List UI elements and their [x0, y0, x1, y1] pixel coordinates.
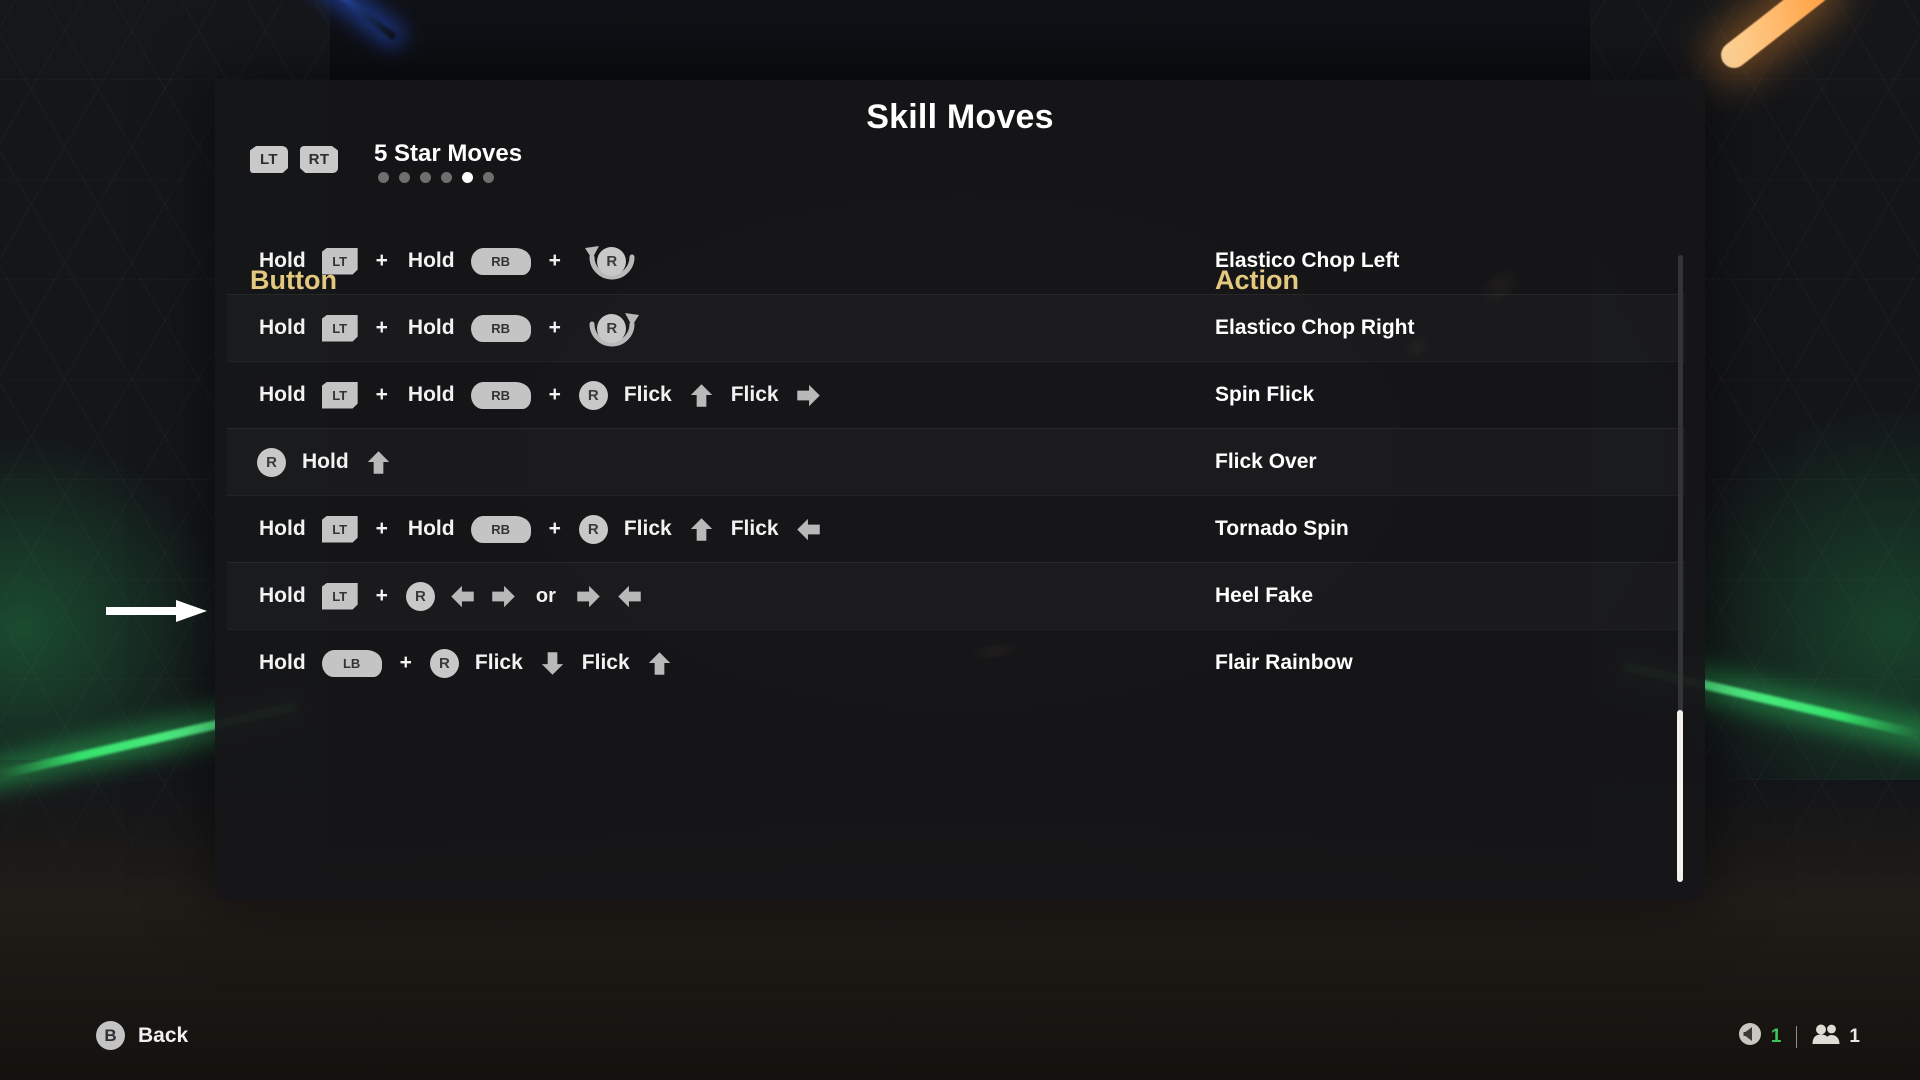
- combo-plus-separator: +: [375, 383, 388, 406]
- page-title: Skill Moves: [866, 98, 1054, 136]
- button-combo-cell: Hold LT + Hold RB + R Flick Flick: [227, 380, 1215, 410]
- back-button-label: Back: [138, 1023, 189, 1047]
- arrow-down-icon: [539, 650, 566, 677]
- combo-text: Hold: [259, 651, 306, 674]
- combo-text: Hold: [407, 316, 455, 339]
- combo-text: Hold: [259, 249, 306, 272]
- combo-text: Flick: [581, 651, 630, 674]
- table-row[interactable]: Hold LT + Hold RB + R Elastico Chop Right: [227, 294, 1685, 361]
- combo-plus-separator: +: [375, 249, 388, 272]
- lt-trigger-icon: LT: [321, 515, 358, 543]
- combo-plus-separator: +: [375, 584, 388, 607]
- combo-or-separator: or: [535, 584, 556, 607]
- category-label: 5 Star Moves: [374, 140, 523, 167]
- lt-trigger-icon: LT: [321, 314, 358, 342]
- screen: Skill Moves LT RT 5 Star Moves Button Ac…: [0, 0, 1920, 1080]
- lb-bumper-icon: LB: [321, 649, 382, 677]
- combo-text: Hold: [259, 517, 306, 540]
- right-stick-icon: R: [578, 380, 608, 410]
- table-row[interactable]: Hold LB + R Flick Flick Flair Rainbow: [227, 629, 1685, 696]
- table-row[interactable]: Hold LT + Hold RB + R Flick Flick Spin Flick: [227, 361, 1685, 428]
- combo-text: Flick: [623, 517, 672, 540]
- players-count: 1: [1849, 1025, 1860, 1047]
- combo-text: Hold: [407, 383, 455, 406]
- combo-text: Flick: [474, 651, 523, 674]
- combo-plus-separator: +: [548, 316, 561, 339]
- arrow-right-icon: [795, 382, 822, 409]
- combo-text: Hold: [259, 383, 306, 406]
- combo-text: Flick: [730, 383, 779, 406]
- back-button[interactable]: B Back: [96, 1021, 188, 1050]
- lt-trigger-icon[interactable]: LT: [250, 146, 288, 173]
- right-stick-icon: R: [405, 581, 435, 611]
- action-name-cell: Tornado Spin: [1215, 517, 1349, 540]
- action-name-cell: Elastico Chop Left: [1215, 249, 1400, 272]
- combo-text: Hold: [407, 517, 455, 540]
- right-stick-icon: R: [578, 514, 608, 544]
- players-icon: [1812, 1023, 1840, 1050]
- skill-moves-table: Hold LT + Hold RB + R Elastico Chop Left Hold LT +…: [227, 228, 1685, 696]
- arrow-left-icon: [449, 583, 476, 610]
- table-row[interactable]: Hold LT + Hold RB + R Elastico Chop Left: [227, 228, 1685, 294]
- lt-trigger-icon: LT: [321, 247, 358, 275]
- rb-bumper-icon: RB: [470, 381, 531, 409]
- lt-trigger-icon: LT: [321, 381, 358, 409]
- status-divider: [1796, 1025, 1798, 1048]
- status-indicators: 1 1: [1738, 1022, 1860, 1051]
- right-stick-icon: R: [597, 313, 627, 343]
- combo-plus-separator: +: [548, 383, 561, 406]
- table-row[interactable]: Hold LT + Hold RB + R Flick Flick Tornado Spin: [227, 495, 1685, 562]
- right-stick-rotate-clockwise: R: [576, 302, 648, 354]
- arrow-up-icon: [646, 650, 673, 677]
- action-name-cell: Spin Flick: [1215, 383, 1315, 406]
- combo-plus-separator: +: [375, 517, 388, 540]
- button-combo-cell: Hold LT + Hold RB + R: [227, 235, 1215, 287]
- action-name-cell: Elastico Chop Right: [1215, 316, 1415, 339]
- action-name-cell: Flick Over: [1215, 450, 1317, 473]
- table-row[interactable]: Hold LT + Ror Heel Fake: [227, 562, 1685, 629]
- b-button-icon: B: [96, 1021, 125, 1050]
- arrow-up-icon: [688, 382, 715, 409]
- arrow-right-icon: [575, 583, 602, 610]
- combo-text: Hold: [259, 316, 306, 339]
- right-stick-icon: R: [597, 246, 627, 276]
- right-stick-rotate-counter-clockwise: R: [576, 235, 648, 287]
- rb-bumper-icon: RB: [470, 247, 531, 275]
- column-headers: Button Action: [215, 175, 1705, 295]
- button-combo-cell: Hold LB + R Flick Flick: [227, 648, 1215, 678]
- combo-plus-separator: +: [399, 651, 412, 674]
- audio-count: 1: [1770, 1025, 1782, 1047]
- button-combo-cell: Hold LT + Ror: [227, 581, 1215, 611]
- arrow-left-icon: [795, 516, 822, 543]
- combo-text: Hold: [407, 249, 455, 272]
- arrow-right-icon: [490, 583, 517, 610]
- skill-moves-panel: Skill Moves LT RT 5 Star Moves Button Ac…: [215, 80, 1705, 900]
- arrow-left-icon: [616, 583, 643, 610]
- arrow-up-icon: [688, 516, 715, 543]
- combo-text: Flick: [730, 517, 779, 540]
- button-combo-cell: Hold LT + Hold RB + R: [227, 302, 1215, 354]
- rb-bumper-icon: RB: [470, 515, 531, 543]
- combo-plus-separator: +: [548, 517, 561, 540]
- combo-plus-separator: +: [548, 249, 561, 272]
- action-name-cell: Flair Rainbow: [1215, 651, 1353, 674]
- pointer-annotation-arrow: [106, 598, 208, 624]
- right-stick-icon: R: [429, 648, 459, 678]
- lt-trigger-icon: LT: [321, 582, 358, 610]
- combo-text: Flick: [623, 383, 672, 406]
- table-row[interactable]: R Hold Flick Over: [227, 428, 1685, 495]
- button-combo-cell: R Hold: [227, 447, 1215, 477]
- rb-bumper-icon: RB: [470, 314, 531, 342]
- audio-speaker-icon: [1738, 1022, 1762, 1051]
- rt-trigger-icon[interactable]: RT: [300, 146, 338, 173]
- button-combo-cell: Hold LT + Hold RB + R Flick Flick: [227, 514, 1215, 544]
- scrollbar-thumb[interactable]: [1677, 710, 1683, 882]
- combo-text: Hold: [259, 584, 306, 607]
- right-stick-icon: R: [257, 447, 286, 477]
- neon-glow-left: [0, 430, 230, 760]
- action-name-cell: Heel Fake: [1215, 584, 1314, 607]
- combo-plus-separator: +: [375, 316, 388, 339]
- arrow-up-icon: [365, 449, 392, 476]
- combo-text: Hold: [302, 450, 349, 473]
